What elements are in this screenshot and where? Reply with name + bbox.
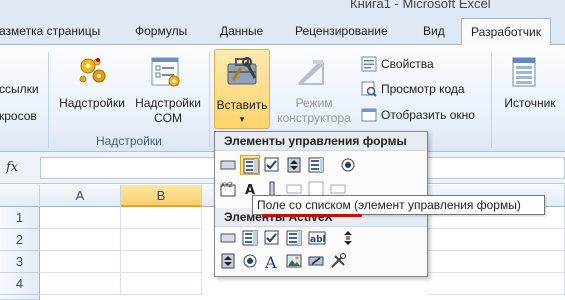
record-macro-label[interactable]: кросов (0, 109, 37, 124)
list-box-icon[interactable] (306, 155, 326, 175)
properties-icon[interactable] (361, 56, 377, 72)
cell-b3[interactable] (121, 251, 202, 273)
row-header-1[interactable]: 1 (0, 207, 40, 229)
insert-function-button[interactable]: fx (6, 160, 18, 175)
cell-b4[interactable] (121, 273, 202, 295)
row-header-3[interactable]: 3 (0, 251, 40, 273)
cell-a3[interactable] (40, 251, 121, 273)
row-header-2[interactable]: 2 (0, 229, 40, 251)
ribbon-tabs: азметка страницы Формулы Данные Рецензир… (0, 18, 565, 46)
group-separator (209, 52, 210, 148)
addins-button-label[interactable]: Надстройки (58, 96, 126, 111)
design-mode-label-line1: Режим (295, 96, 333, 110)
cell-a2[interactable] (40, 229, 121, 251)
view-code-icon[interactable] (361, 81, 377, 97)
cell-row-4-right[interactable] (428, 273, 565, 295)
group-separator (48, 52, 49, 148)
cell-a4[interactable] (40, 273, 121, 295)
insert-button-label[interactable]: Вставить (214, 98, 270, 113)
activex-spin-button-icon[interactable] (218, 251, 238, 271)
title-bar: Книга1 - Microsoft Excel (0, 0, 565, 18)
form-controls-header: Элементы управления формы (215, 132, 427, 151)
dialog-icon[interactable] (361, 107, 377, 123)
activex-more-controls-icon[interactable] (328, 251, 348, 271)
button-icon[interactable] (218, 155, 238, 175)
activex-list-box-icon[interactable] (284, 228, 304, 248)
cell-row-3-right[interactable] (428, 251, 565, 273)
cell-row-2-right[interactable] (428, 229, 565, 251)
select-all-corner[interactable] (0, 185, 40, 207)
activex-text-box-icon[interactable]: abl (306, 228, 326, 248)
design-mode-label-line2: конструктора (277, 111, 351, 125)
combo-box-icon[interactable] (240, 155, 260, 175)
tab-review[interactable]: Рецензирование (295, 24, 388, 38)
tab-page-layout[interactable]: азметка страницы (0, 24, 100, 38)
toolbox-icon (225, 54, 259, 88)
chevron-down-icon: ▾ (239, 114, 245, 124)
checkbox-icon[interactable] (262, 155, 282, 175)
activex-button-icon[interactable] (218, 228, 238, 248)
svg-text:A: A (264, 253, 277, 269)
show-dialog-label[interactable]: Отобразить окно (381, 108, 475, 123)
tab-view[interactable]: Вид (423, 24, 445, 38)
source-button-label[interactable]: Источник (500, 96, 560, 111)
row-header-4[interactable]: 4 (0, 273, 40, 295)
cell-b2[interactable] (121, 229, 202, 251)
properties-label[interactable]: Свойства (381, 57, 434, 72)
activex-image-icon[interactable] (284, 251, 304, 271)
row-header-5[interactable] (0, 295, 40, 300)
group-separator (491, 52, 492, 148)
column-header-b[interactable]: B (121, 185, 202, 207)
macro-security-label[interactable]: ссылки (0, 82, 39, 97)
annotation-underline (262, 214, 362, 217)
window-title: Книга1 - Microsoft Excel (350, 0, 491, 11)
cell-a1[interactable] (40, 207, 121, 229)
activex-label-icon[interactable]: A (262, 251, 282, 271)
activex-combo-box-icon[interactable] (240, 228, 260, 248)
column-header-a[interactable]: A (40, 185, 121, 207)
tab-data[interactable]: Данные (220, 24, 263, 38)
activex-toggle-button-icon[interactable] (306, 251, 326, 271)
combo-box-tooltip: Поле со списком (элемент управления форм… (252, 195, 545, 215)
com-addins-label-line1[interactable]: Надстройки (130, 96, 206, 111)
svg-text:abl: abl (310, 235, 326, 245)
gears-icon[interactable] (78, 56, 108, 86)
xml-source-icon[interactable] (511, 56, 537, 88)
com-addins-label-line2[interactable]: COM (130, 111, 206, 126)
cell-b1[interactable] (121, 207, 202, 229)
tab-developer[interactable]: Разработчик (461, 18, 551, 46)
com-addins-icon[interactable] (150, 56, 182, 88)
spin-button-icon[interactable] (284, 155, 304, 175)
svg-text:XYZ: XYZ (221, 182, 233, 189)
addins-group-label: Надстройки (96, 134, 162, 148)
view-code-label[interactable]: Просмотр кода (381, 82, 465, 97)
activex-option-button-icon[interactable] (240, 251, 260, 271)
activex-checkbox-icon[interactable] (262, 228, 282, 248)
group-box-icon[interactable]: XYZ (218, 179, 238, 199)
design-mode-icon (295, 56, 327, 88)
activex-scroll-bar-icon[interactable] (338, 228, 358, 248)
option-button-icon[interactable] (338, 155, 358, 175)
tab-formulas[interactable]: Формулы (135, 24, 187, 38)
